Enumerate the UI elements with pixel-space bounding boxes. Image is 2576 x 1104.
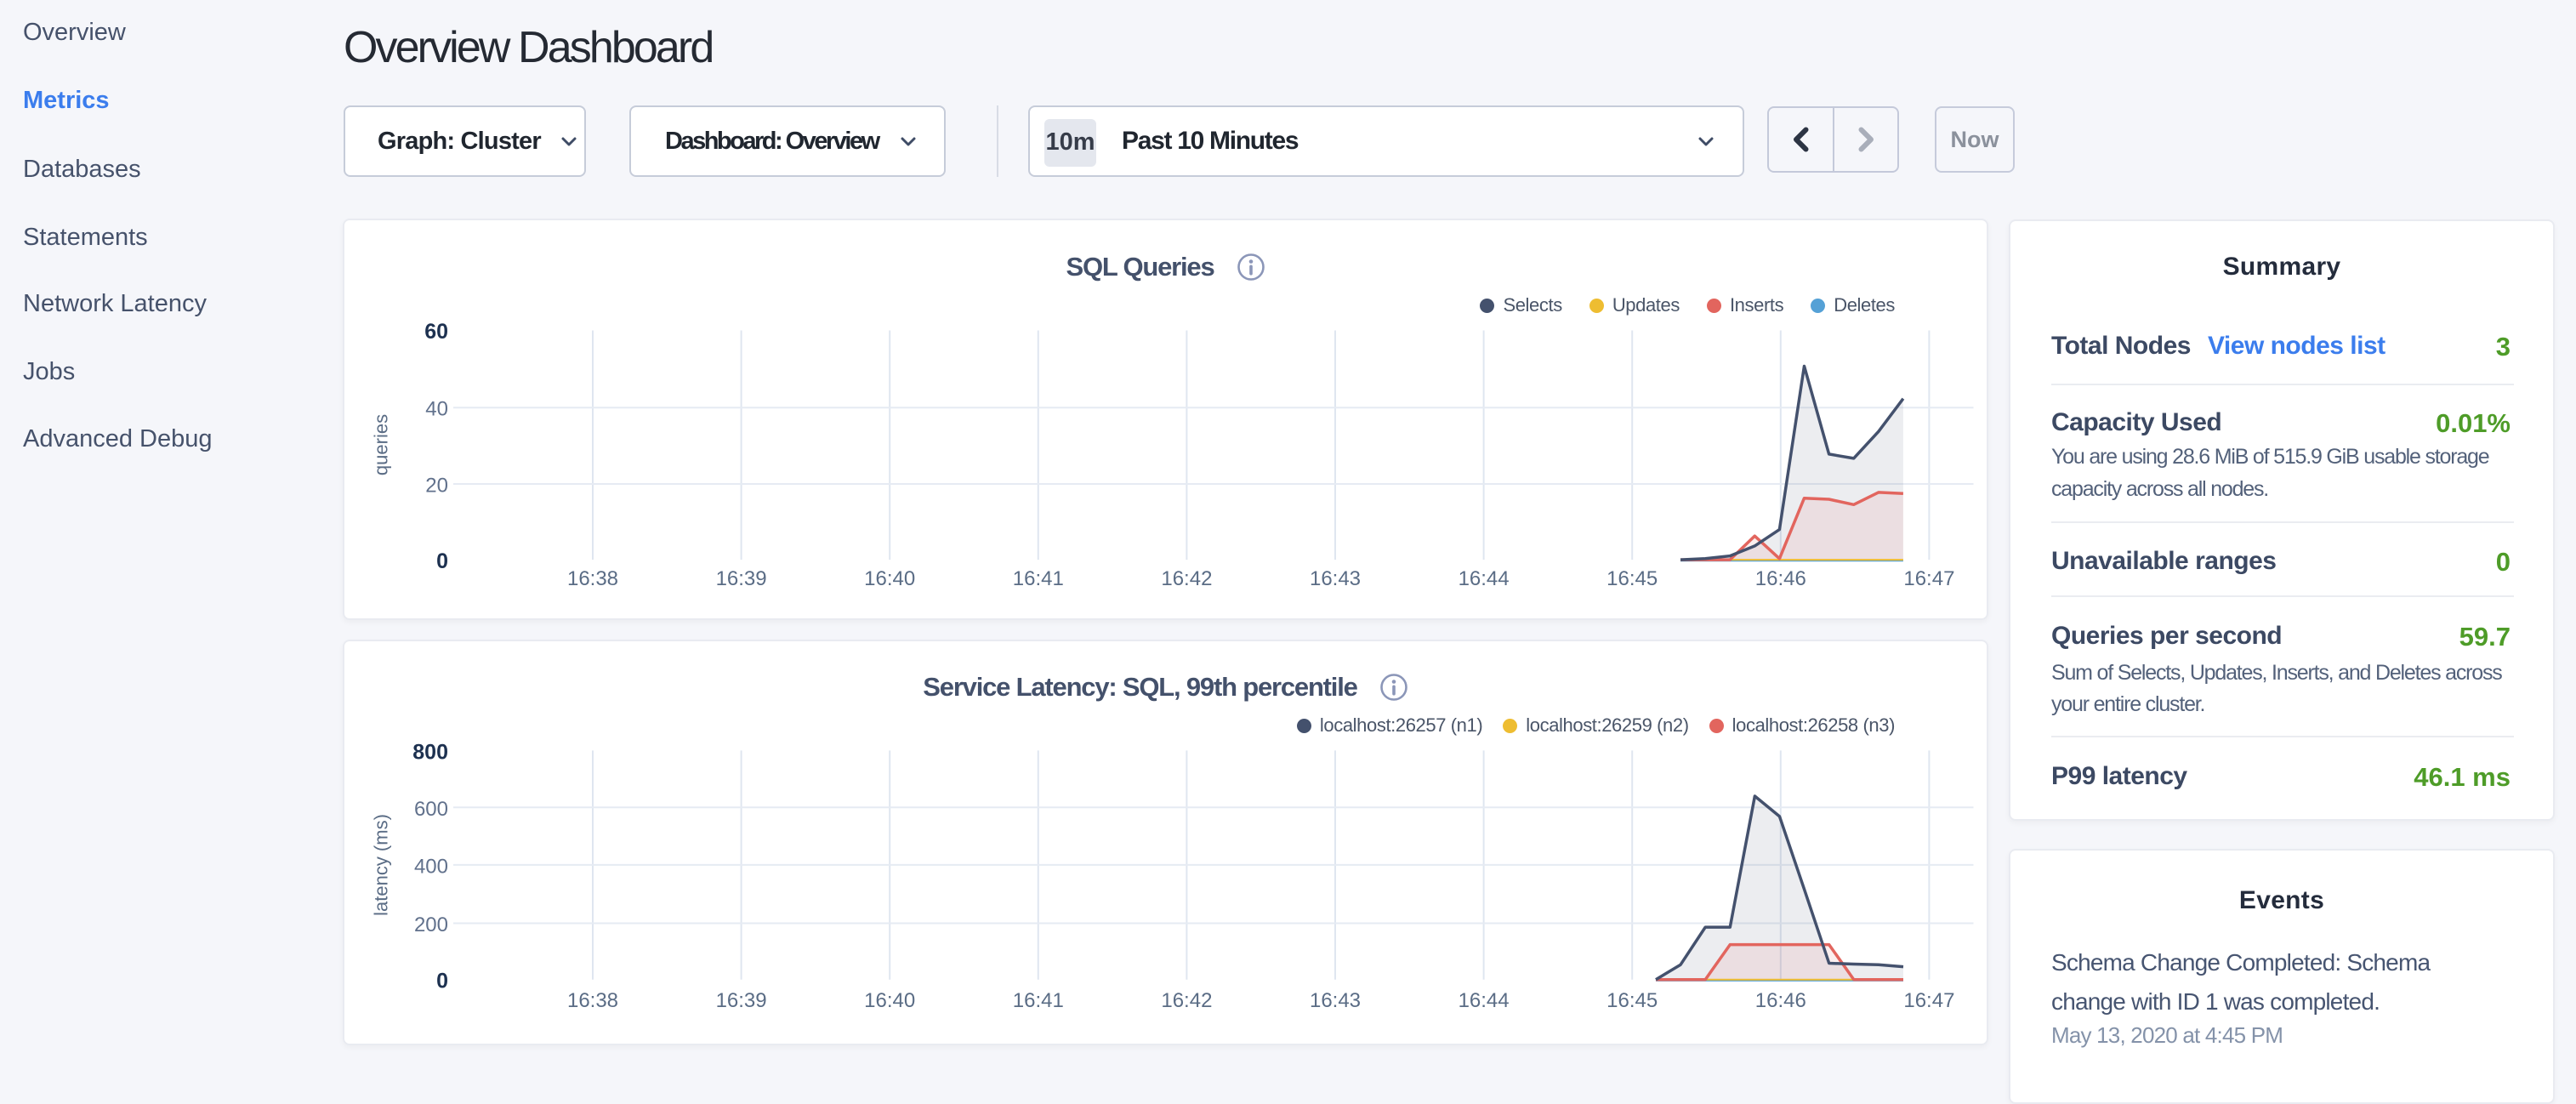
svg-text:16:40: 16:40 bbox=[864, 567, 915, 590]
svg-text:60: 60 bbox=[424, 320, 448, 344]
svg-text:16:38: 16:38 bbox=[567, 989, 618, 1012]
svg-text:200: 200 bbox=[414, 913, 448, 936]
svg-text:16:39: 16:39 bbox=[716, 989, 767, 1012]
svg-text:16:47: 16:47 bbox=[1903, 989, 1954, 1012]
svg-text:16:45: 16:45 bbox=[1606, 989, 1658, 1012]
svg-text:40: 40 bbox=[425, 398, 448, 421]
svg-text:16:46: 16:46 bbox=[1755, 989, 1806, 1012]
svg-text:400: 400 bbox=[414, 855, 448, 878]
svg-text:16:46: 16:46 bbox=[1755, 567, 1806, 590]
svg-text:0: 0 bbox=[436, 549, 448, 573]
svg-text:16:42: 16:42 bbox=[1161, 989, 1212, 1012]
svg-text:16:42: 16:42 bbox=[1161, 567, 1212, 590]
svg-text:latency (ms): latency (ms) bbox=[371, 814, 392, 916]
svg-text:16:41: 16:41 bbox=[1013, 567, 1064, 590]
svg-text:16:44: 16:44 bbox=[1459, 989, 1510, 1012]
svg-text:20: 20 bbox=[425, 475, 448, 498]
svg-text:16:43: 16:43 bbox=[1310, 989, 1361, 1012]
svg-text:16:40: 16:40 bbox=[864, 989, 915, 1012]
svg-text:16:39: 16:39 bbox=[716, 567, 767, 590]
svg-text:16:47: 16:47 bbox=[1903, 567, 1954, 590]
svg-text:800: 800 bbox=[412, 740, 448, 764]
svg-text:16:41: 16:41 bbox=[1013, 989, 1064, 1012]
svg-text:16:45: 16:45 bbox=[1606, 567, 1658, 590]
svg-text:600: 600 bbox=[414, 798, 448, 821]
svg-text:16:43: 16:43 bbox=[1310, 567, 1361, 590]
svg-text:queries: queries bbox=[371, 414, 392, 475]
svg-text:0: 0 bbox=[436, 970, 448, 993]
svg-text:16:44: 16:44 bbox=[1459, 567, 1510, 590]
svg-text:16:38: 16:38 bbox=[567, 567, 618, 590]
